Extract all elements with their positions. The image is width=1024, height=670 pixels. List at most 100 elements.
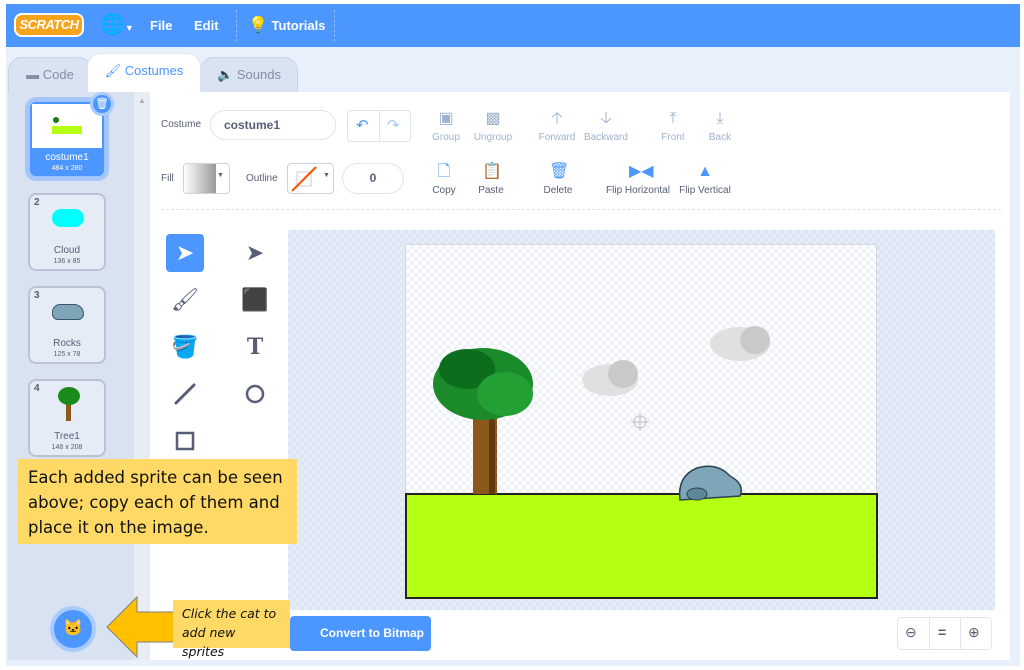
add-sprite-cat-button[interactable]: 🐱 [50, 606, 96, 652]
cursor-icon: ➤ [175, 240, 195, 265]
code-blocks-icon: ▬ [26, 67, 40, 82]
cloud-sprite [582, 360, 638, 396]
zoom-reset-icon[interactable]: = [938, 624, 946, 640]
flip-horizontal-icon: ▶◀ [629, 163, 654, 180]
costume-size: 148 x 208 [51, 444, 83, 451]
paste-icon: 📋 [482, 163, 502, 180]
back-label: Back [708, 132, 732, 143]
send-back-icon: ⤓ [716, 110, 724, 127]
paint-bucket-icon: 🪣 [171, 334, 199, 359]
eraser-tool[interactable]: ⬛ [236, 281, 274, 319]
backward-button[interactable]: 🡣 Backward [576, 110, 636, 143]
tree-sprite [433, 348, 533, 494]
brush-tool[interactable]: 🖌 [166, 281, 204, 319]
delete-button[interactable]: 🗑 Delete [528, 163, 588, 196]
menu-bar: SCRATCH 🌐▼ File Edit 💡 Tutorials [6, 4, 1020, 47]
cloud-sprite [710, 326, 770, 361]
flip-horizontal-label: Flip Horizontal [606, 185, 670, 196]
zoom-in-icon[interactable]: ⊕ [968, 624, 980, 641]
menu-tutorials[interactable]: 💡 Tutorials [248, 4, 325, 47]
circle-tool[interactable] [236, 375, 274, 413]
ungroup-button[interactable]: ▩ Ungroup [463, 110, 523, 143]
cat-callout: Click the cat to add new sprites [173, 600, 290, 659]
globe-icon[interactable]: 🌐▼ [100, 4, 134, 47]
costume-number: 3 [34, 290, 40, 301]
fill-tool[interactable]: 🪣 [166, 328, 204, 366]
menu-file[interactable]: File [150, 4, 172, 47]
costume-list-scrollbar[interactable]: ▲ [134, 92, 150, 660]
bring-front-icon: ⤒ [669, 110, 677, 127]
convert-to-bitmap-button[interactable]: Convert to Bitmap [290, 616, 431, 651]
outline-color-picker[interactable]: ▼ [287, 163, 334, 194]
group-label: Group [432, 132, 460, 143]
sprite-drawings[interactable] [405, 244, 877, 504]
tab-label: Sounds [236, 67, 281, 82]
scratch-logo[interactable]: SCRATCH [14, 13, 84, 37]
costume-label: Costume [161, 119, 202, 130]
costume-item[interactable]: 1 costume1 484 x 280 🗑 [28, 92, 114, 178]
brush-icon: 🖌 [104, 63, 122, 78]
outline-width-input[interactable]: 0 [342, 163, 404, 194]
lightbulb-icon: 💡 [248, 17, 268, 34]
tab-costumes[interactable]: 🖌 Costumes [87, 53, 201, 93]
trash-icon: 🗑 [549, 163, 570, 180]
line-tool[interactable] [166, 375, 204, 413]
cat-icon: 🐱 [63, 620, 83, 637]
costume-name: Cloud [53, 245, 81, 256]
reshape-tool[interactable]: ➤ [236, 234, 274, 272]
fill-color-picker[interactable]: ▼ [183, 163, 230, 194]
costume-size: 136 x 85 [53, 258, 81, 265]
arrow-down-icon: 🡣 [600, 110, 612, 127]
rock-sprite [678, 465, 742, 501]
front-label: Front [661, 132, 685, 143]
tab-label: Code [42, 67, 74, 82]
undo-icon[interactable]: ↶ [356, 116, 369, 134]
rectangle-icon [175, 431, 195, 451]
paste-button[interactable]: 📋 Paste [461, 163, 521, 196]
reshape-icon: ➤ [245, 240, 265, 265]
costume-name: Rocks [53, 338, 81, 349]
zoom-out-icon[interactable]: ⊖ [905, 624, 917, 641]
eraser-icon: ⬛ [241, 287, 269, 312]
tutorials-label: Tutorials [271, 18, 326, 33]
costume-item[interactable]: 3 Rocks 125 x 78 [28, 286, 106, 364]
arrow-up-icon: 🡡 [551, 110, 563, 127]
costume-number: 2 [34, 197, 40, 208]
tab-code[interactable]: ▬ Code [8, 57, 92, 93]
forward-label: Forward [538, 132, 576, 143]
back-button[interactable]: ⤓ Back [690, 110, 750, 143]
flip-vertical-icon: ▲ [697, 163, 713, 180]
tab-sounds[interactable]: 🔈 Sounds [200, 57, 298, 93]
backward-label: Backward [584, 132, 628, 143]
flip-vertical-label: Flip Vertical [679, 185, 731, 196]
costume-list: 1 costume1 484 x 280 🗑 2 Cloud 136 x 85 … [8, 92, 134, 660]
copy-label: Copy [432, 185, 456, 196]
text-tool[interactable]: T [236, 328, 274, 366]
undo-redo-group: ↶ ↷ [347, 110, 411, 142]
costume-name-input[interactable]: costume1 [210, 110, 336, 140]
rectangle-tool[interactable] [166, 422, 204, 460]
costume-size: 484 x 280 [51, 165, 83, 172]
circle-icon [245, 384, 265, 404]
fill-label: Fill [161, 173, 174, 184]
line-icon [174, 383, 196, 405]
trash-icon[interactable]: 🗑 [90, 92, 114, 116]
costume-number: 4 [34, 383, 40, 394]
text-icon: T [246, 334, 264, 360]
costume-item[interactable]: 2 Cloud 136 x 85 [28, 193, 106, 271]
group-icon: ▣ [438, 110, 454, 127]
zoom-controls: ⊖ = ⊕ [897, 617, 992, 650]
costume-size: 125 x 78 [53, 351, 81, 358]
costume-name: Tree1 [54, 431, 80, 442]
costume-item[interactable]: 4 Tree1 148 x 208 [28, 379, 106, 457]
ground-shape[interactable] [405, 493, 878, 599]
menu-edit[interactable]: Edit [194, 4, 219, 47]
crosshair-icon [631, 413, 649, 431]
flip-horizontal-button[interactable]: ▶◀ Flip Horizontal [603, 163, 673, 196]
select-tool[interactable]: ➤ [166, 234, 204, 272]
flip-vertical-button[interactable]: ▲ Flip Vertical [675, 163, 735, 196]
paste-label: Paste [478, 185, 504, 196]
ungroup-icon: ▩ [485, 110, 501, 127]
redo-icon[interactable]: ↷ [387, 116, 400, 134]
tab-label: Costumes [124, 63, 184, 78]
